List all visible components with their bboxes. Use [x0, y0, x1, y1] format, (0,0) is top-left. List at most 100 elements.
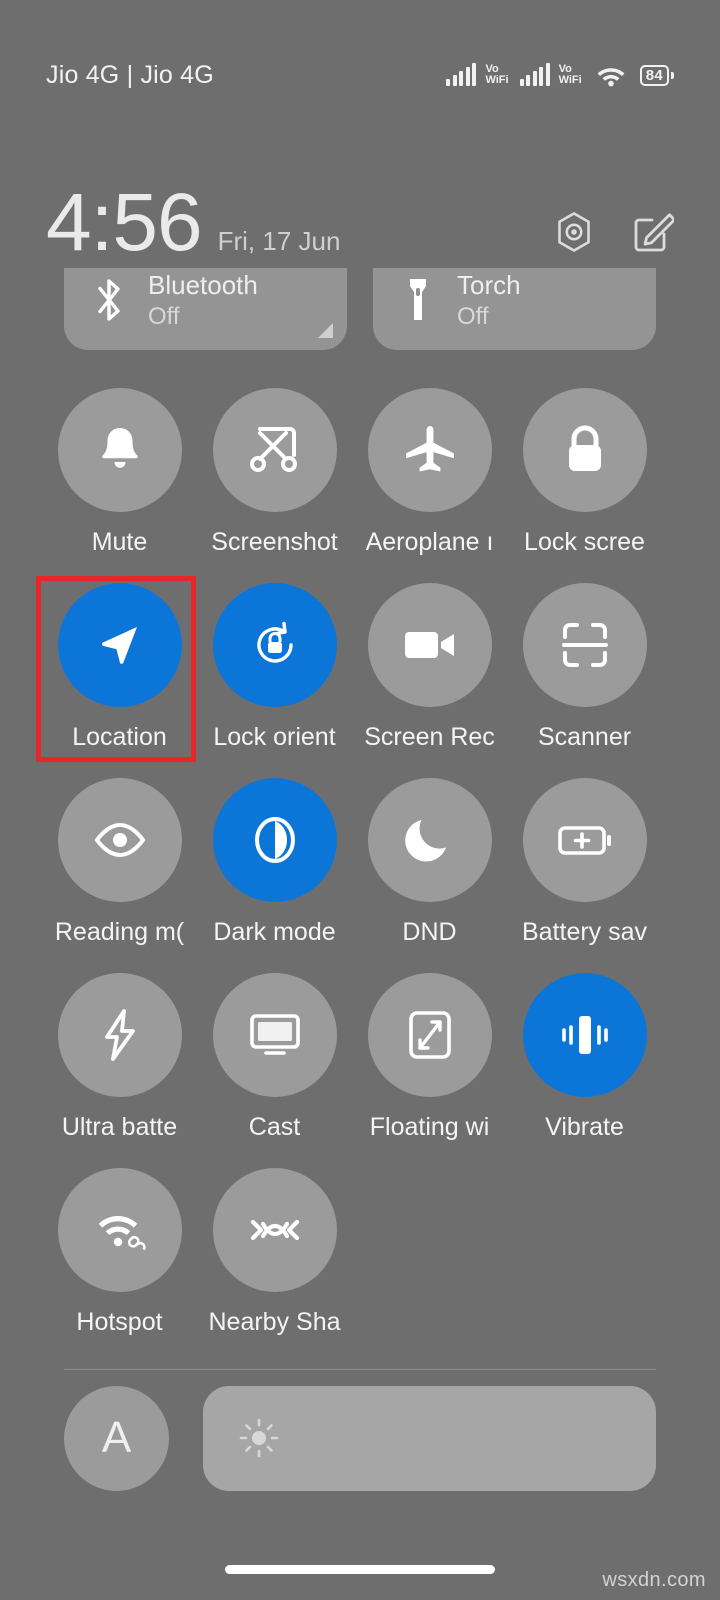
aeroplane-icon: [405, 426, 454, 472]
tile-scanner-label: Scanner: [537, 723, 632, 751]
tile-dnd-label: DND: [402, 918, 457, 946]
tile-lock-orientation[interactable]: Lock orient: [197, 583, 352, 778]
battery-plus-icon: [557, 826, 611, 855]
tile-ultra-battery-saver-circle[interactable]: [57, 973, 182, 1097]
contrast-circle-icon: [254, 817, 295, 863]
tile-reading-mode-label: Reading m(: [54, 918, 185, 946]
date-label: Fri, 17 Jun: [217, 226, 341, 256]
torch-icon: [395, 275, 441, 325]
torch-card-title: Torch: [457, 270, 521, 300]
battery-nub: [671, 71, 674, 79]
tile-floating-window[interactable]: Floating wi: [352, 973, 507, 1168]
tile-row-5: Hotspot Nearby Sha: [0, 1168, 720, 1363]
bluetooth-card-title: Bluetooth: [148, 270, 258, 300]
hotspot-icon: [98, 1216, 146, 1251]
tile-nearby-share-circle[interactable]: [212, 1168, 337, 1292]
brightness-row: A: [64, 1383, 656, 1493]
tile-cast[interactable]: Cast: [197, 973, 352, 1168]
tile-ultra-battery-saver-label: Ultra batte: [61, 1113, 178, 1141]
location-arrow-icon: [101, 627, 137, 664]
bluetooth-icon: [86, 275, 132, 325]
tile-floating-window-circle[interactable]: [367, 973, 492, 1097]
quick-settings-grid: Mute Screenshot Aeroplane ı Lock scree L…: [0, 388, 720, 1363]
auto-brightness-button[interactable]: A: [64, 1385, 169, 1491]
tile-battery-saver[interactable]: Battery sav: [507, 778, 662, 973]
sun-brightness-icon: [237, 1416, 281, 1460]
tile-screenshot-circle[interactable]: [212, 388, 337, 512]
tile-vibrate[interactable]: Vibrate: [507, 973, 662, 1168]
bluetooth-card-status: Off: [148, 303, 180, 330]
tile-row-4: Ultra batte Cast Floating wi Vibrate: [0, 973, 720, 1168]
torch-card[interactable]: Torch Off: [373, 268, 656, 350]
battery-icon: 84: [639, 64, 674, 86]
tile-cast-label: Cast: [248, 1113, 301, 1141]
video-camera-icon: [404, 632, 454, 658]
tile-screen-recorder-circle[interactable]: [367, 583, 492, 707]
tile-screen-recorder[interactable]: Screen Rec: [352, 583, 507, 778]
clock-label: 4:56: [46, 177, 203, 268]
tile-cast-circle[interactable]: [212, 973, 337, 1097]
tile-reading-mode-circle[interactable]: [57, 778, 182, 902]
tile-hotspot-circle[interactable]: [57, 1168, 182, 1292]
tile-lock-orientation-circle[interactable]: [212, 583, 337, 707]
tile-nearby-share-label: Nearby Sha: [208, 1308, 341, 1336]
nearby-share-icon: [250, 1219, 299, 1241]
tile-slot-empty-2: [507, 1168, 662, 1363]
tile-dark-mode-label: Dark mode: [213, 918, 336, 946]
header-actions: [552, 210, 674, 254]
volte-sim2-icon: Vo WiFi: [558, 63, 582, 86]
lock-icon: [568, 425, 601, 471]
tile-reading-mode[interactable]: Reading m(: [42, 778, 197, 973]
tile-slot-empty-1: [352, 1168, 507, 1363]
tile-lock-screen-label: Lock scree: [524, 528, 645, 556]
tile-aeroplane-mode[interactable]: Aeroplane ı: [352, 388, 507, 583]
status-icons: Vo WiFi Vo WiFi 84: [446, 63, 674, 87]
tile-dnd-circle[interactable]: [367, 778, 492, 902]
tile-dnd[interactable]: DND: [352, 778, 507, 973]
tile-screenshot-label: Screenshot: [211, 528, 338, 556]
gear-hexagon-icon[interactable]: [552, 210, 596, 254]
tile-nearby-share[interactable]: Nearby Sha: [197, 1168, 352, 1363]
wifi-icon: [595, 63, 627, 87]
tile-mute-circle[interactable]: [57, 388, 182, 512]
carrier-label: Jio 4G | Jio 4G: [46, 60, 214, 89]
status-bar: Jio 4G | Jio 4G Vo WiFi Vo WiFi 84: [0, 0, 720, 150]
tile-mute[interactable]: Mute: [42, 388, 197, 583]
tile-ultra-battery-saver[interactable]: Ultra batte: [42, 973, 197, 1168]
bluetooth-card[interactable]: Bluetooth Off: [64, 268, 347, 350]
tile-lock-screen[interactable]: Lock scree: [507, 388, 662, 583]
tile-lock-orientation-label: Lock orient: [213, 723, 336, 751]
tile-scanner-circle[interactable]: [522, 583, 647, 707]
tile-scanner[interactable]: Scanner: [507, 583, 662, 778]
lock-rotation-icon: [256, 621, 293, 663]
tile-location-label: Location: [72, 723, 167, 751]
tile-dark-mode-circle[interactable]: [212, 778, 337, 902]
expand-corner-icon[interactable]: [318, 323, 333, 338]
bell-icon: [101, 428, 138, 468]
moon-icon: [404, 820, 446, 862]
edit-pencil-icon[interactable]: [632, 211, 674, 253]
home-indicator[interactable]: [225, 1565, 495, 1574]
tile-dark-mode[interactable]: Dark mode: [197, 778, 352, 973]
quick-settings-header: 4:56 Fri, 17 Jun: [0, 170, 720, 268]
tile-row-2: Location Lock orient Screen Rec Scanner: [0, 583, 720, 778]
section-divider: [64, 1369, 656, 1370]
monitor-icon: [249, 1014, 300, 1055]
tile-screenshot[interactable]: Screenshot: [197, 388, 352, 583]
watermark-label: wsxdn.com: [602, 1569, 706, 1591]
tile-location[interactable]: Location: [42, 583, 197, 778]
tile-lock-screen-circle[interactable]: [522, 388, 647, 512]
tile-floating-window-label: Floating wi: [369, 1113, 490, 1141]
tile-battery-saver-circle[interactable]: [522, 778, 647, 902]
tile-battery-saver-label: Battery sav: [521, 918, 648, 946]
tile-hotspot[interactable]: Hotspot: [42, 1168, 197, 1363]
eye-icon: [94, 822, 145, 858]
tile-vibrate-circle[interactable]: [522, 973, 647, 1097]
tile-location-circle[interactable]: [57, 583, 182, 707]
brightness-slider[interactable]: [203, 1385, 656, 1491]
scan-frame-icon: [561, 623, 608, 667]
tile-aeroplane-mode-circle[interactable]: [367, 388, 492, 512]
tile-screen-recorder-label: Screen Rec: [364, 723, 495, 751]
tile-hotspot-label: Hotspot: [76, 1308, 163, 1336]
tile-row-3: Reading m( Dark mode DND Battery sav: [0, 778, 720, 973]
